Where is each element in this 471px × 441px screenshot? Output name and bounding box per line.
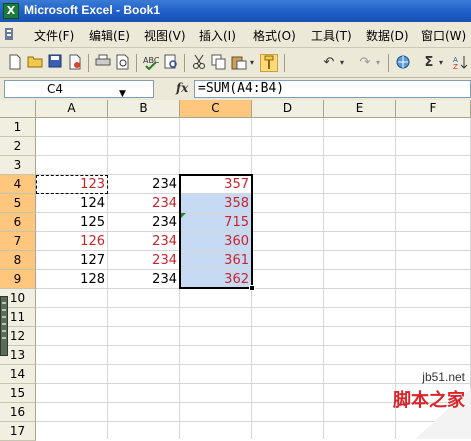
row-header-14[interactable]: 14 [0, 365, 36, 384]
cell-a7[interactable]: 126 [36, 232, 108, 251]
watermark-name: 脚本之家 [393, 390, 465, 411]
save-icon[interactable] [46, 54, 64, 72]
paste-dropdown-icon[interactable]: ▾ [248, 54, 256, 72]
redo-icon[interactable]: ↷ [356, 54, 374, 72]
print-preview-icon[interactable] [114, 54, 132, 72]
redo-dropdown-icon[interactable]: ▾ [374, 54, 382, 72]
select-all-corner[interactable] [0, 100, 36, 118]
row-header-9[interactable]: 9 [0, 270, 36, 289]
column-header-e[interactable]: E [324, 100, 396, 118]
cell-b4[interactable]: 234 [108, 175, 180, 194]
cell-b8[interactable]: 234 [108, 251, 180, 270]
watermark-url: jb51.net [422, 370, 465, 384]
column-header-f[interactable]: F [396, 100, 471, 118]
row-header-3[interactable]: 3 [0, 156, 36, 175]
excel-icon[interactable]: X [3, 3, 19, 19]
print-icon[interactable] [94, 54, 112, 72]
row-header-15[interactable]: 15 [0, 384, 36, 403]
side-handle-icon[interactable] [0, 296, 8, 356]
row-header-4[interactable]: 4 [0, 175, 36, 194]
standard-toolbar: ABC ▾ ↶ ▾ ↷ ▾ Σ ▾ AZ [0, 48, 471, 78]
hyperlink-icon[interactable] [394, 54, 412, 72]
name-box[interactable]: C4 ▼ [4, 80, 154, 99]
row-header-17[interactable]: 17 [0, 422, 36, 441]
menu-bar: 文件(F) 编辑(E) 视图(V) 插入(I) 格式(O) 工具(T) 数据(D… [0, 22, 471, 48]
name-box-value: C4 [47, 82, 64, 96]
undo-dropdown-icon[interactable]: ▾ [338, 54, 346, 72]
formula-bar: C4 ▼ fx =SUM(A4:B4) [0, 78, 471, 100]
cell-b5[interactable]: 234 [108, 194, 180, 213]
title-bar: X Microsoft Excel - Book1 [0, 0, 471, 22]
row-header-2[interactable]: 2 [0, 137, 36, 156]
menu-tools[interactable]: 工具(T) [311, 27, 352, 44]
formula-input[interactable]: =SUM(A4:B4) [194, 80, 471, 98]
new-icon[interactable] [6, 54, 24, 72]
row-header-5[interactable]: 5 [0, 194, 36, 213]
autosum-dropdown-icon[interactable]: ▾ [437, 54, 445, 72]
undo-icon[interactable]: ↶ [320, 54, 338, 72]
row-header-16[interactable]: 16 [0, 403, 36, 422]
cell-b9[interactable]: 234 [108, 270, 180, 289]
column-header-b[interactable]: B [108, 100, 180, 118]
cell-a9[interactable]: 128 [36, 270, 108, 289]
menu-edit[interactable]: 编辑(E) [89, 27, 130, 44]
menu-format[interactable]: 格式(O) [253, 27, 296, 44]
row-header-1[interactable]: 1 [0, 118, 36, 137]
cell-b7[interactable]: 234 [108, 232, 180, 251]
column-header-a[interactable]: A [36, 100, 108, 118]
row-header-8[interactable]: 8 [0, 251, 36, 270]
row-header-7[interactable]: 7 [0, 232, 36, 251]
cell-a5[interactable]: 124 [36, 194, 108, 213]
menu-file[interactable]: 文件(F) [34, 27, 74, 44]
window-title: Microsoft Excel - Book1 [24, 3, 161, 17]
format-painter-icon[interactable] [260, 54, 278, 72]
cut-icon[interactable] [190, 54, 208, 72]
menu-window[interactable]: 窗口(W) [421, 27, 466, 44]
research-icon[interactable] [162, 54, 180, 72]
sort-icon[interactable]: AZ [452, 54, 470, 72]
svg-text:ABC: ABC [143, 56, 159, 65]
autosum-icon[interactable]: Σ [420, 54, 438, 72]
row-header-6[interactable]: 6 [0, 213, 36, 232]
paste-icon[interactable] [230, 54, 248, 72]
cell-b6[interactable]: 234 [108, 213, 180, 232]
menu-data[interactable]: 数据(D) [366, 27, 409, 44]
copy-icon[interactable] [210, 54, 228, 72]
fill-handle[interactable] [249, 285, 255, 291]
worksheet-grid[interactable]: A B C D E F 1 2 3 4 5 6 7 8 9 10 11 12 1… [0, 100, 471, 441]
active-selection-border [179, 174, 253, 289]
permission-icon[interactable] [66, 54, 84, 72]
copy-marquee [36, 175, 108, 194]
svg-text:Z: Z [453, 63, 458, 70]
menu-insert[interactable]: 插入(I) [199, 27, 236, 44]
insert-function-icon[interactable]: fx [176, 81, 188, 95]
open-icon[interactable] [26, 54, 44, 72]
column-header-d[interactable]: D [252, 100, 324, 118]
watermark: jb51.net 脚本之家 [375, 368, 471, 439]
spelling-icon[interactable]: ABC [142, 54, 160, 72]
menu-view[interactable]: 视图(V) [144, 27, 186, 44]
column-header-c[interactable]: C [180, 100, 252, 118]
cell-a6[interactable]: 125 [36, 213, 108, 232]
cell-a8[interactable]: 127 [36, 251, 108, 270]
menu-grip-icon[interactable] [3, 26, 15, 44]
